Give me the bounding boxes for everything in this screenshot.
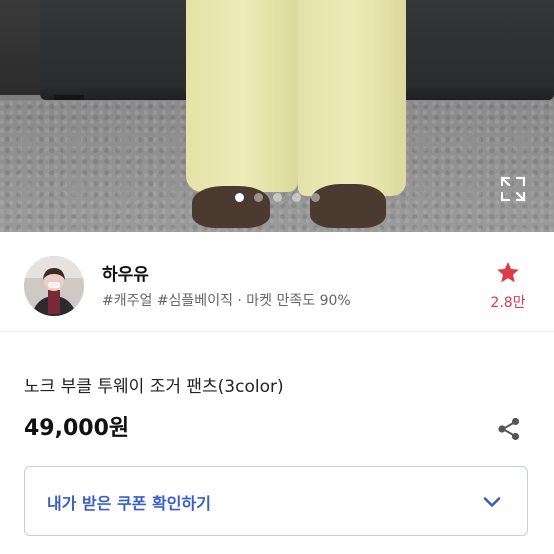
seller-tags: #캐주얼 #심플베이직 · 마켓 만족도 90% — [102, 293, 351, 309]
coupon-label: 내가 받은 쿠폰 확인하기 — [47, 494, 211, 513]
photo-pants-left-leg — [186, 0, 298, 192]
favorite-count: 2.8만 — [490, 295, 526, 311]
product-photo[interactable] — [0, 0, 554, 232]
chevron-down-icon — [479, 489, 505, 515]
carousel-dot[interactable] — [291, 193, 301, 202]
carousel-dot[interactable] — [272, 193, 282, 202]
carousel-dot[interactable] — [253, 193, 263, 202]
star-icon — [495, 261, 521, 290]
photo-pants-right-leg — [298, 0, 406, 196]
favorite-button[interactable]: 2.8만 — [480, 260, 536, 312]
carousel-dot[interactable] — [310, 193, 320, 202]
avatar[interactable] — [24, 256, 84, 316]
coupon-check-button[interactable]: 내가 받은 쿠폰 확인하기 — [24, 466, 528, 536]
product-price: 49,000원 — [24, 416, 130, 441]
seller-name[interactable]: 하우유 — [102, 260, 149, 285]
product-title: 노크 부클 투웨이 조거 팬츠(3color) — [24, 377, 284, 397]
seller-row[interactable]: 하우유 #캐주얼 #심플베이직 · 마켓 만족도 90% 2.8만 — [0, 240, 554, 332]
carousel-dot[interactable] — [234, 193, 244, 202]
share-icon[interactable] — [496, 416, 522, 442]
photo-shoe-right — [310, 184, 386, 228]
carousel-indicator[interactable] — [0, 193, 554, 205]
